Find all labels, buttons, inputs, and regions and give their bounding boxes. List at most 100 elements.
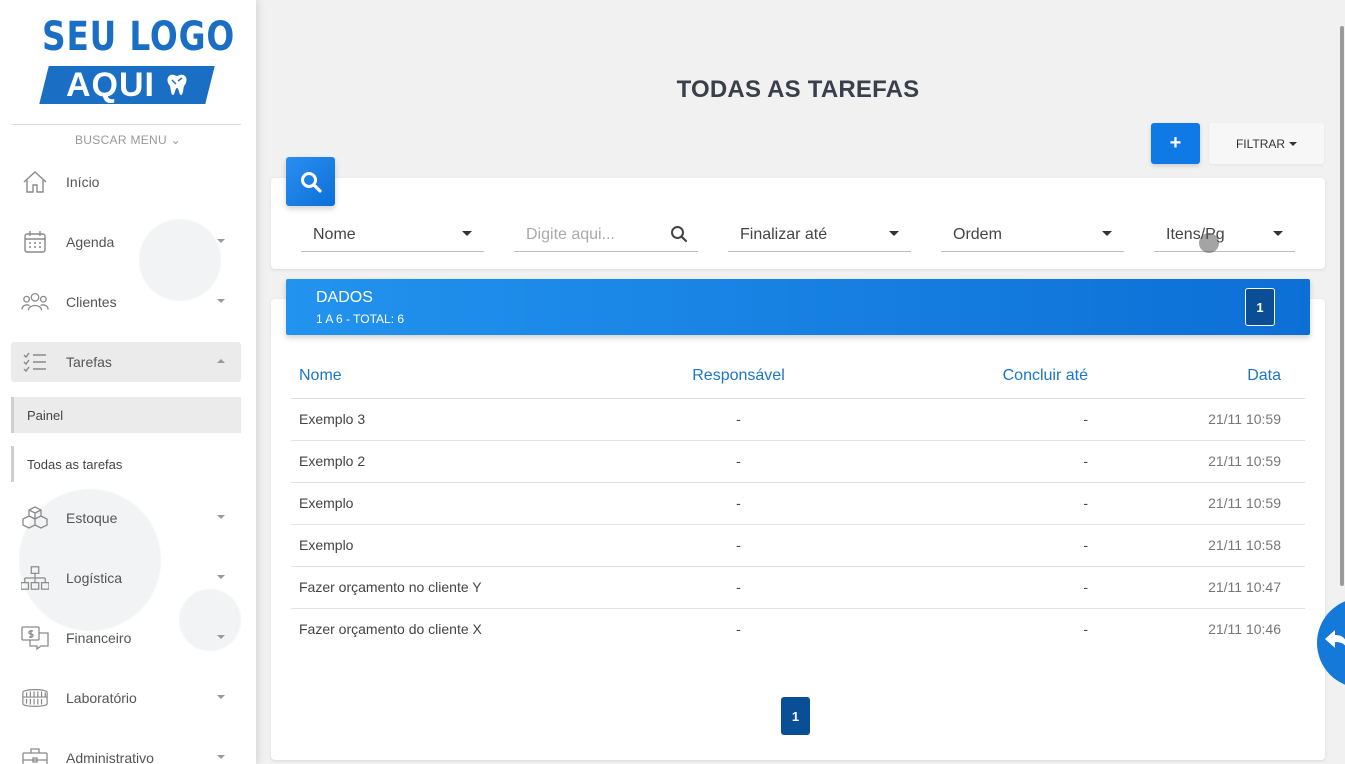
sidebar-item-financeiro[interactable]: Financeiro [11, 618, 241, 658]
caret-down-icon [217, 575, 225, 579]
caret-down-icon [1102, 231, 1112, 236]
sidebar-subitem-label: Painel [27, 407, 64, 423]
cell-responsible: - [591, 524, 886, 567]
sidebar-item-logistica[interactable]: Logística [11, 558, 241, 598]
caret-down-icon [217, 755, 225, 759]
page-title: TODAS AS TAREFAS [676, 76, 920, 103]
table-row[interactable]: Exemplo - - 21/11 10:59 [291, 482, 1305, 525]
table-row[interactable]: Exemplo 2 - - 21/11 10:59 [291, 440, 1305, 483]
cell-until: - [886, 440, 1146, 483]
sidebar-divider [11, 124, 241, 125]
sidebar-item-clientes[interactable]: Clientes [11, 282, 241, 322]
column-header-responsavel[interactable]: Responsável [591, 355, 886, 399]
cell-name: Exemplo [291, 524, 591, 567]
column-header-nome[interactable]: Nome [291, 355, 591, 399]
cell-name: Exemplo 3 [291, 398, 591, 441]
sidebar-subitem-label: Todas as tarefas [27, 456, 123, 472]
sidebar-item-inicio[interactable]: Início [11, 162, 241, 202]
cell-responsible: - [591, 398, 886, 441]
sidebar-item-estoque[interactable]: Estoque [11, 498, 241, 538]
search-icon[interactable] [670, 225, 688, 243]
table-row[interactable]: Exemplo 3 - - 21/11 10:59 [291, 398, 1305, 441]
sidebar-item-tarefas[interactable]: Tarefas [11, 342, 241, 382]
finish-until-select[interactable]: Finalizar até [728, 218, 911, 252]
search-menu-toggle[interactable]: BUSCAR MENU ⌄ [0, 133, 256, 147]
logo-line2: AQUI [66, 66, 155, 104]
cell-responsible: - [736, 621, 741, 638]
sidebar-item-label: Laboratório [66, 690, 137, 706]
caret-up-icon [217, 359, 225, 363]
logo[interactable]: SEU LOGO AQUI [38, 14, 234, 108]
boxes-icon [21, 504, 49, 532]
column-header-data[interactable]: Data [1146, 355, 1305, 399]
table-row[interactable]: Fazer orçamento do cliente X - - 21/11 1… [291, 608, 1305, 650]
cell-responsible: - [591, 482, 886, 525]
filter-button-label: FILTRAR [1235, 136, 1286, 151]
sidebar-item-laboratorio[interactable]: Laboratório [11, 678, 241, 718]
cell-until: - [886, 482, 1146, 525]
back-arrow-icon [1325, 630, 1345, 648]
search-badge [286, 157, 335, 206]
order-select[interactable]: Ordem [941, 218, 1124, 252]
table-header-row: Nome Responsável Concluir até Data [291, 355, 1305, 399]
pagination-page-button[interactable]: 1 [781, 697, 810, 735]
caret-down-icon [217, 635, 225, 639]
caret-down-icon [889, 231, 899, 236]
cell-name: Exemplo [291, 482, 591, 525]
sidebar: SEU LOGO AQUI BUSCAR MENU ⌄ Início Agend… [0, 0, 256, 764]
items-per-page-select[interactable]: Itens/Pg [1154, 218, 1295, 252]
field-select-value: Nome [313, 225, 356, 243]
caret-down-icon [462, 231, 472, 236]
add-task-button[interactable]: + [1151, 123, 1200, 164]
caret-down-icon [1289, 141, 1298, 146]
sidebar-item-label: Tarefas [66, 354, 112, 370]
order-select-value: Ordem [953, 225, 1002, 243]
finish-until-select-value: Finalizar até [740, 225, 828, 243]
hierarchy-icon [21, 564, 49, 592]
search-icon [300, 171, 322, 193]
caret-down-icon [1273, 231, 1283, 236]
cell-until: - [886, 566, 1146, 609]
cell-date: 21/11 10:46 [1208, 621, 1281, 638]
page-badge[interactable]: 1 [1245, 288, 1275, 326]
dental-arch-icon [21, 684, 49, 712]
cell-date: 21/11 10:59 [1146, 398, 1305, 441]
sidebar-subitem-todas-as-tarefas[interactable]: Todas as tarefas [11, 446, 241, 482]
checklist-icon [21, 348, 49, 376]
sidebar-item-label: Estoque [66, 510, 118, 526]
cell-date: 21/11 10:47 [1146, 566, 1305, 609]
mouse-cursor [1199, 233, 1219, 253]
caret-down-icon [217, 239, 225, 243]
sidebar-item-label: Logística [66, 570, 123, 586]
table-row[interactable]: Exemplo - - 21/11 10:58 [291, 524, 1305, 567]
cell-responsible: - [591, 566, 886, 609]
sidebar-subitem-painel[interactable]: Painel [11, 397, 241, 433]
cell-responsible: - [591, 440, 886, 483]
home-icon [21, 168, 49, 196]
sidebar-item-label: Administrativo [66, 750, 154, 764]
cell-date: 21/11 10:59 [1146, 440, 1305, 483]
cell-until: - [886, 524, 1146, 567]
search-input[interactable] [514, 218, 664, 252]
field-select[interactable]: Nome [301, 218, 484, 252]
calendar-icon [21, 228, 49, 256]
column-header-concluir-ate[interactable]: Concluir até [886, 355, 1146, 399]
sidebar-item-label: Financeiro [66, 630, 132, 646]
table-row[interactable]: Fazer orçamento no cliente Y - - 21/11 1… [291, 566, 1305, 609]
filter-button[interactable]: FILTRAR [1209, 123, 1324, 164]
sidebar-item-label: Clientes [66, 294, 117, 310]
data-panel-header: DADOS 1 A 6 - TOTAL: 6 1 [286, 279, 1310, 335]
data-panel-title: DADOS [316, 289, 373, 306]
sidebar-item-agenda[interactable]: Agenda [11, 222, 241, 262]
sidebar-item-administrativo[interactable]: Administrativo [11, 738, 241, 764]
tooth-icon [167, 74, 187, 95]
caret-down-icon [217, 515, 225, 519]
users-icon [21, 288, 49, 316]
search-menu-label: BUSCAR MENU [75, 133, 167, 147]
cell-name: Fazer orçamento no cliente Y [291, 566, 591, 609]
search-field[interactable] [514, 218, 698, 252]
sidebar-item-label: Início [66, 174, 100, 190]
cell-date: 21/11 10:59 [1146, 482, 1305, 525]
tasks-table: Nome Responsável Concluir até Data Exemp… [291, 355, 1305, 650]
scrollbar-thumb[interactable] [1340, 26, 1344, 586]
